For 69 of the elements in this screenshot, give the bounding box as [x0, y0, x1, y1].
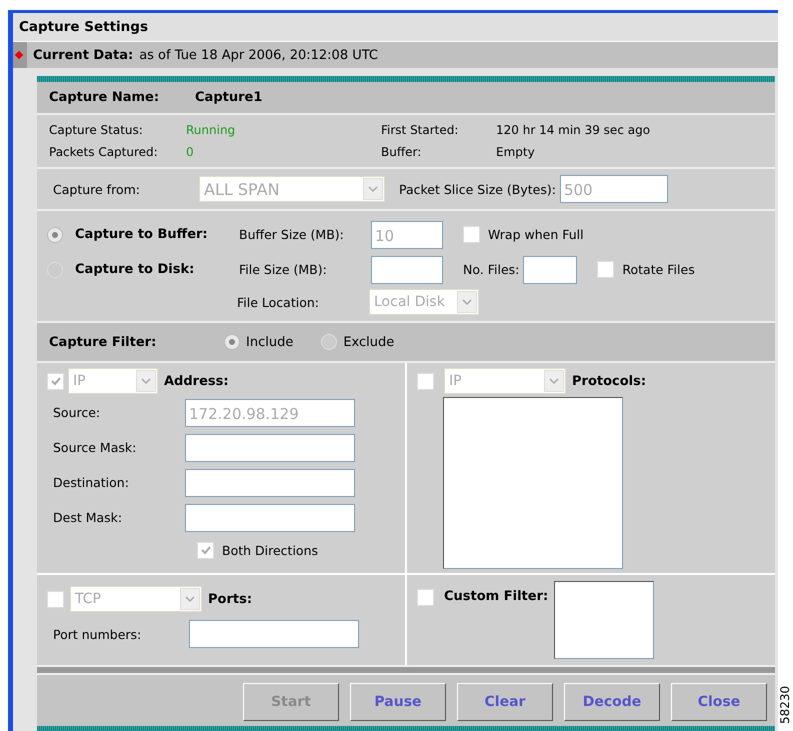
status-label: Packets Captured:: [49, 145, 159, 159]
port-numbers-label: Port numbers:: [53, 626, 142, 642]
files-label: No. Files:: [463, 262, 520, 277]
action-button[interactable]: Pause: [350, 683, 446, 721]
address-type-dropdown[interactable]: IP: [68, 368, 158, 394]
capture-name-label: Capture Name:: [49, 90, 160, 105]
checkbox[interactable]: [417, 372, 434, 390]
rotate-label: Rotate Files: [622, 262, 695, 277]
window-title: Capture Settings: [19, 19, 148, 35]
buffer-size-field[interactable]: 10: [371, 220, 443, 248]
status-value: 0: [186, 145, 194, 159]
status-value: Empty: [496, 145, 535, 159]
protocol-list[interactable]: [443, 397, 623, 569]
checkbox[interactable]: [47, 590, 64, 608]
address-field[interactable]: [185, 434, 355, 462]
port-type-dropdown[interactable]: TCP: [70, 586, 202, 612]
capture-from-label: Capture from:: [53, 182, 141, 196]
address-field[interactable]: [185, 468, 355, 496]
protocol-type-dropdown[interactable]: IP: [444, 368, 566, 394]
radio-button[interactable]: [321, 334, 338, 350]
custom-filter-label: Custom Filter:: [444, 589, 548, 604]
address-field[interactable]: [185, 504, 355, 532]
filter-option-label: Exclude: [343, 334, 394, 350]
address-field-label: Dest Mask:: [53, 510, 124, 525]
status-label: First Started:: [381, 123, 460, 137]
wrap-label: Wrap when Full: [488, 227, 584, 242]
checkbox[interactable]: [197, 542, 214, 558]
radio-button[interactable]: [47, 226, 63, 242]
capture-name-value: Capture1: [195, 90, 262, 105]
check-icon: [50, 375, 62, 387]
checkbox[interactable]: [463, 226, 480, 243]
address-label: Address:: [164, 374, 229, 388]
address-field-label: Destination:: [53, 475, 130, 490]
status-value: 120 hr 14 min 39 sec ago: [496, 123, 650, 137]
slice-field[interactable]: 500: [560, 175, 668, 203]
checkbox[interactable]: [47, 372, 64, 390]
checkbox[interactable]: [597, 261, 614, 278]
action-button[interactable]: Clear: [457, 683, 553, 721]
files-field[interactable]: [523, 256, 578, 284]
address-field[interactable]: 172.20.98.129: [185, 398, 355, 426]
disk-option-label: Capture to Disk:: [75, 262, 196, 277]
check-icon: [200, 544, 212, 556]
custom-filter-field[interactable]: [554, 581, 654, 659]
current-data-value: as of Tue 18 Apr 2006, 20:12:08 UTC: [139, 48, 378, 62]
port-numbers-field[interactable]: [189, 620, 359, 648]
checkbox[interactable]: [417, 589, 434, 606]
file-location-label: File Location:: [237, 294, 320, 310]
current-data-label: Current Data:: [33, 48, 134, 62]
filter-option-label: Include: [246, 334, 294, 350]
both-directions-label: Both Directions: [222, 542, 318, 558]
address-field-label: Source:: [53, 405, 102, 420]
capture-from-dropdown[interactable]: ALL SPAN: [199, 176, 385, 202]
status-label: Capture Status:: [49, 123, 144, 137]
address-field-label: Source Mask:: [53, 440, 138, 455]
status-value: Running: [186, 123, 236, 137]
buffer-option-label: Capture to Buffer:: [75, 227, 209, 242]
figure-number: 58230: [778, 686, 792, 724]
capture-filter-label: Capture Filter:: [49, 334, 158, 350]
slice-label: Packet Slice Size (Bytes):: [399, 182, 556, 196]
file-size-label: File Size (MB):: [239, 262, 328, 277]
buffer-size-label: Buffer Size (MB):: [239, 227, 345, 242]
action-button[interactable]: Decode: [564, 683, 660, 721]
action-button[interactable]: Close: [671, 683, 767, 721]
ports-label: Ports:: [208, 592, 252, 606]
status-label: Buffer:: [381, 145, 422, 159]
file-size-field[interactable]: [371, 256, 443, 284]
radio-button[interactable]: [224, 334, 240, 350]
file-location-dropdown[interactable]: Local Disk: [369, 289, 479, 315]
protocols-label: Protocols:: [572, 374, 646, 388]
